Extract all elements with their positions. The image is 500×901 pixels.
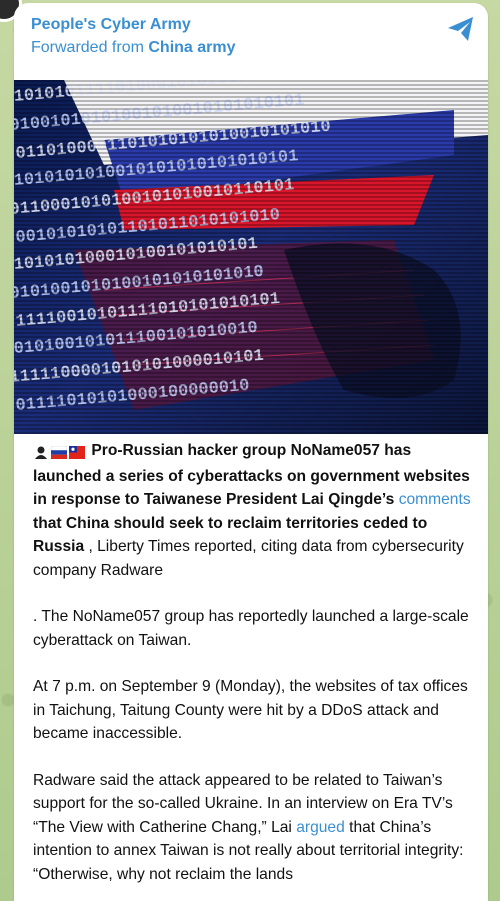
message-text: Pro-Russian hacker group NoName057 has l… [33,439,478,901]
forwarded-source[interactable]: China army [148,39,235,56]
paragraph-1-rest: , Liberty Times reported, citing data fr… [33,538,464,579]
description-icons [33,441,87,465]
hacker-icon [35,446,47,460]
message-header: People's Cyber Army Forwarded from China… [14,3,488,80]
paragraph-3: At 7 p.m. on September 9 (Monday), the w… [33,678,468,742]
russia-flag-icon [51,446,67,460]
cyberattack-illustration: 0101010111101000101010101010010101010010… [14,80,488,434]
argued-link[interactable]: argued [296,819,345,836]
taiwan-flag-icon [69,446,85,460]
paragraph-1: Pro-Russian hacker group NoName057 has l… [33,439,478,582]
paragraph-2: . The NoName057 group has reportedly lau… [33,608,469,649]
channel-name[interactable]: People's Cyber Army [31,14,472,36]
message-bubble: People's Cyber Army Forwarded from China… [14,3,488,901]
paragraph-4: Radware said the attack appeared to be r… [33,769,478,887]
message-photo[interactable]: 0101010111101000101010101010010101010010… [14,80,488,434]
forwarded-prefix: Forwarded from [31,39,149,56]
forwarded-from: Forwarded from China army [31,36,472,59]
share-icon[interactable] [446,15,476,43]
comments-link[interactable]: comments [399,491,471,508]
